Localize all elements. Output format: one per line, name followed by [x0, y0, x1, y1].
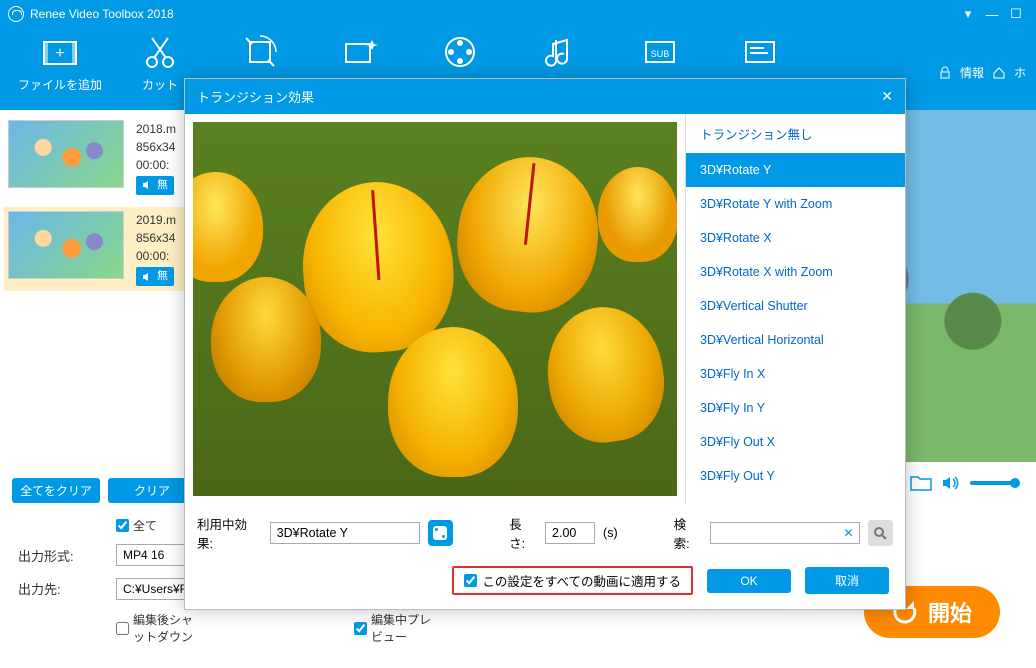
- current-effect-label: 利用中効果:: [197, 514, 262, 552]
- home-icon: [992, 66, 1006, 80]
- volume-slider[interactable]: [970, 481, 1016, 485]
- file-name: 2019.m: [136, 211, 176, 229]
- dice-icon: [433, 526, 447, 540]
- search-label: 検索:: [674, 514, 702, 552]
- crop-rotate-icon: [240, 32, 280, 72]
- start-label: 開始: [928, 596, 972, 628]
- effect-item[interactable]: 3D¥Vertical Horizontal: [686, 323, 905, 357]
- home-link[interactable]: ホ: [1014, 64, 1026, 81]
- effect-item[interactable]: 3D¥Fly In Y: [686, 391, 905, 425]
- search-field[interactable]: [710, 522, 860, 544]
- subtitle-button[interactable]: SUB: [610, 32, 710, 76]
- clear-button[interactable]: クリア: [108, 478, 196, 503]
- file-resolution: 856x34: [136, 138, 176, 156]
- info-link[interactable]: 情報: [960, 64, 984, 81]
- output-dir-label: 出力先:: [18, 579, 106, 598]
- cancel-button[interactable]: 取消: [805, 567, 889, 594]
- music-button[interactable]: [510, 32, 610, 76]
- ok-button[interactable]: OK: [707, 569, 791, 593]
- minimize-button[interactable]: —: [980, 7, 1004, 22]
- preview-controls: [910, 474, 1024, 492]
- shutdown-checkbox[interactable]: 編集後シャットダウン: [116, 611, 204, 645]
- length-unit: (s): [603, 526, 618, 540]
- svg-text:SUB: SUB: [651, 49, 670, 59]
- app-logo-icon: [8, 6, 24, 22]
- current-effect-field[interactable]: [270, 522, 420, 544]
- add-file-label: ファイルを追加: [18, 76, 102, 93]
- metadata-button[interactable]: [710, 32, 810, 76]
- scissors-icon: [140, 32, 180, 72]
- transition-preview: [185, 114, 685, 504]
- transition-effect-list[interactable]: トランジション無し3D¥Rotate Y3D¥Rotate Y with Zoo…: [685, 114, 905, 504]
- close-icon[interactable]: ✕: [881, 88, 893, 105]
- length-label: 長さ:: [509, 514, 537, 552]
- output-format-label: 出力形式:: [18, 546, 106, 565]
- file-name: 2018.m: [136, 120, 176, 138]
- effect-item[interactable]: 3D¥Fly Out X: [686, 425, 905, 459]
- effect-item[interactable]: 3D¥Vertical Shutter: [686, 289, 905, 323]
- subtitle-icon: SUB: [640, 32, 680, 72]
- audio-badge: 無: [136, 267, 174, 286]
- effect-item[interactable]: 3D¥Fly In X: [686, 357, 905, 391]
- palette-button[interactable]: [410, 32, 510, 76]
- cut-label: カット: [142, 76, 178, 93]
- film-reel-icon: [440, 32, 480, 72]
- music-note-icon: [540, 32, 580, 72]
- effect-item[interactable]: 3D¥Rotate Y with Zoom: [686, 187, 905, 221]
- search-icon: [873, 526, 887, 540]
- effect-item[interactable]: 3D¥Rotate X: [686, 221, 905, 255]
- titlebar: Renee Video Toolbox 2018 ▾ — ☐: [0, 0, 1036, 28]
- file-thumbnail: [8, 211, 124, 279]
- file-duration: 00:00:: [136, 156, 176, 174]
- effect-item[interactable]: 3D¥Rotate Y: [686, 153, 905, 187]
- random-effect-button[interactable]: [428, 520, 453, 546]
- preview-checkbox[interactable]: 編集中プレビュー: [354, 611, 442, 645]
- effect-item[interactable]: 3D¥Fly Out Y: [686, 459, 905, 493]
- lock-icon: [938, 66, 952, 80]
- search-button[interactable]: [868, 520, 893, 546]
- filmstrip-sparkle-icon: [340, 32, 380, 72]
- volume-icon[interactable]: [942, 475, 960, 491]
- file-resolution: 856x34: [136, 229, 176, 247]
- audio-badge: 無: [136, 176, 174, 195]
- svg-text:+: +: [55, 45, 64, 62]
- clear-search-icon[interactable]: ✕: [843, 526, 853, 540]
- file-thumbnail: [8, 120, 124, 188]
- open-folder-icon[interactable]: [910, 474, 932, 492]
- effect-item[interactable]: トランジション無し: [686, 114, 905, 153]
- dropdown-icon[interactable]: ▾: [956, 6, 980, 22]
- apply-all-checkbox[interactable]: この設定をすべての動画に適用する: [452, 566, 693, 595]
- effects-button[interactable]: [310, 32, 410, 76]
- clear-all-button[interactable]: 全てをクリア: [12, 478, 100, 503]
- length-field[interactable]: [545, 522, 595, 544]
- effect-item[interactable]: 3D¥Rotate X with Zoom: [686, 255, 905, 289]
- add-file-button[interactable]: + ファイルを追加: [10, 32, 110, 93]
- list-card-icon: [740, 32, 780, 72]
- app-title: Renee Video Toolbox 2018: [30, 7, 956, 21]
- dialog-title: トランジション効果: [197, 87, 881, 106]
- crop-button[interactable]: [210, 32, 310, 76]
- transition-dialog: トランジション効果 ✕ トランジション無し3D¥Rotate Y3D¥Rotat…: [184, 78, 906, 610]
- file-duration: 00:00:: [136, 247, 176, 265]
- add-file-icon: +: [40, 32, 80, 72]
- maximize-button[interactable]: ☐: [1004, 6, 1028, 22]
